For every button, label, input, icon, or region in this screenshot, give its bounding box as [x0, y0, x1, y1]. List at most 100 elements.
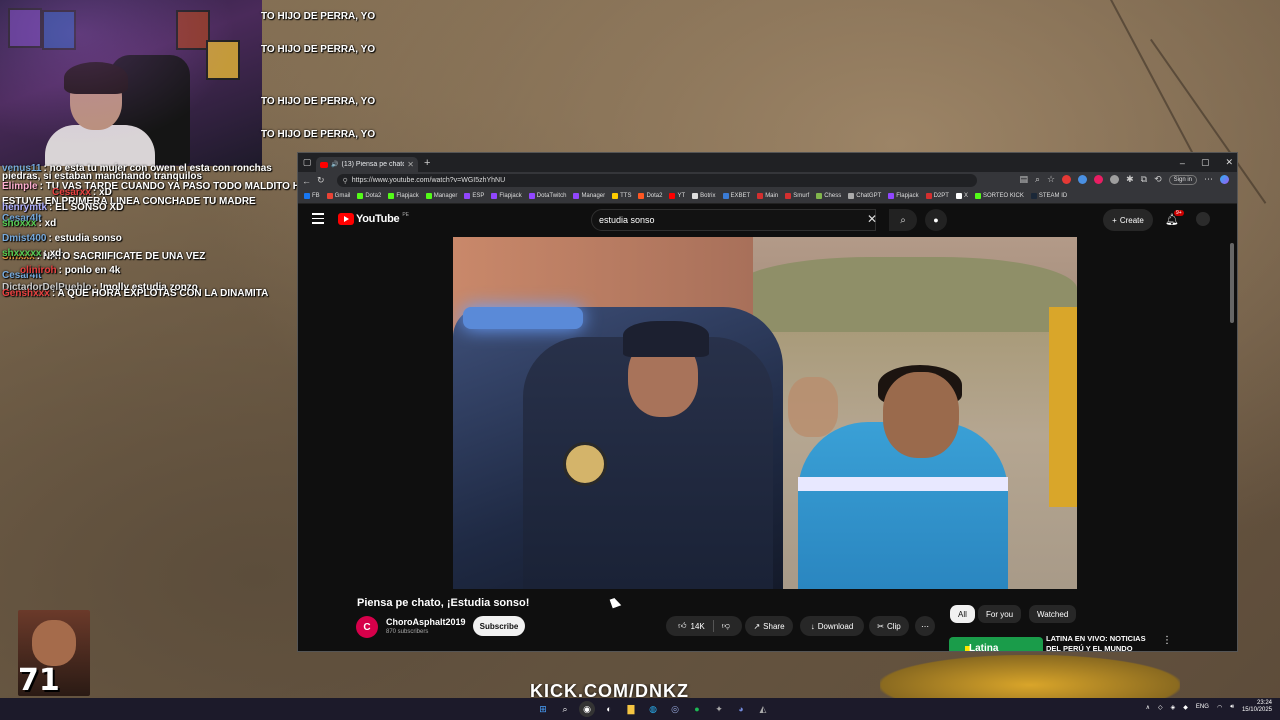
close-tab-icon[interactable]: ✕: [407, 160, 414, 169]
account-avatar[interactable]: [1196, 212, 1210, 226]
bookmark-item[interactable]: Gmail: [326, 193, 350, 199]
channel-avatar[interactable]: C: [356, 616, 378, 638]
channel-name[interactable]: ChoroAsphalt2019: [386, 617, 466, 627]
bookmark-item[interactable]: Dota2: [357, 193, 381, 199]
video-jacket-stripe: [798, 477, 1008, 491]
app-icon[interactable]: ✦: [711, 701, 727, 717]
clip-button[interactable]: ✂ Clip: [869, 616, 909, 636]
scissors-icon: ✂: [877, 621, 884, 631]
app-icon[interactable]: ◭: [755, 701, 771, 717]
bookmark-item[interactable]: ESP: [464, 193, 484, 199]
bookmark-item[interactable]: STEAM ID: [1030, 193, 1067, 199]
windows-start-icon[interactable]: ⊞: [535, 701, 551, 717]
recommended-thumbnail[interactable]: Latina: [949, 637, 1043, 651]
clear-search-icon[interactable]: ✕: [867, 212, 877, 226]
bookmark-item[interactable]: SORTEO KICK: [974, 193, 1024, 199]
video-player[interactable]: [453, 237, 1077, 589]
bookmark-item[interactable]: ChatGPT: [848, 193, 881, 199]
tray-icon[interactable]: ◇: [1158, 704, 1163, 711]
bookmark-item[interactable]: Flapjack: [491, 193, 522, 199]
extension-icon[interactable]: [1094, 175, 1104, 184]
search-button[interactable]: ⌕: [889, 209, 917, 231]
extension-icon[interactable]: [1062, 175, 1072, 184]
extension-icon[interactable]: [1078, 175, 1088, 184]
share-button[interactable]: ↗ Share: [745, 616, 793, 636]
bookmark-favicon-icon: [955, 193, 962, 199]
hamburger-menu-icon[interactable]: [312, 213, 324, 227]
history-icon[interactable]: ⟲: [1154, 174, 1162, 185]
more-menu-icon[interactable]: ⋯: [1204, 174, 1213, 185]
favorite-star-icon[interactable]: ☆: [1047, 174, 1055, 185]
page-scrollbar[interactable]: [1230, 243, 1234, 323]
bookmark-item[interactable]: DotaTwitch: [528, 193, 566, 199]
refresh-icon[interactable]: ↻: [317, 175, 325, 186]
chip-for-you[interactable]: For you: [978, 605, 1022, 623]
site-info-icon[interactable]: ⚲: [343, 177, 348, 185]
spotify-icon[interactable]: ●: [689, 701, 705, 717]
reader-icon[interactable]: ▤: [1019, 174, 1028, 185]
more-vertical-icon[interactable]: ⋮: [1162, 635, 1172, 646]
tray-icon[interactable]: ◈: [1171, 704, 1176, 711]
search-input[interactable]: estudia sonso: [591, 209, 876, 231]
copilot-icon[interactable]: [1220, 175, 1229, 184]
edge-browser-icon[interactable]: ◍: [645, 701, 661, 717]
bookmark-label: Chess: [824, 193, 842, 199]
download-button[interactable]: ↓ Download: [800, 616, 864, 636]
more-actions-button[interactable]: ⋯: [915, 616, 935, 636]
bookmark-item[interactable]: TTS: [612, 193, 631, 199]
tray-expand-icon[interactable]: ∧: [1146, 704, 1150, 711]
bookmark-item[interactable]: Flapjack: [388, 193, 419, 199]
subscribe-button[interactable]: Subscribe: [473, 616, 525, 636]
bookmark-item[interactable]: Botrix: [692, 193, 716, 199]
tray-icon[interactable]: ◆: [1183, 704, 1188, 711]
search-icon[interactable]: ⌕: [557, 701, 573, 717]
discord-icon[interactable]: ◕: [733, 701, 749, 717]
create-button[interactable]: + Create: [1103, 209, 1153, 231]
chat-message: oliniroh: ponlo en 4k: [20, 265, 120, 276]
bookmark-favicon-icon: [785, 193, 792, 199]
bookmark-item[interactable]: Manager: [573, 193, 605, 199]
volume-icon[interactable]: 🔊︎: [1230, 704, 1234, 711]
recommended-title[interactable]: LATINA EN VIVO: NOTICIAS DEL PERÚ Y EL M…: [1046, 634, 1156, 651]
bookmark-item[interactable]: D2PT: [925, 193, 949, 199]
back-icon[interactable]: ←: [302, 176, 311, 186]
bookmark-label: ESP: [472, 193, 485, 199]
chip-all[interactable]: All: [950, 605, 975, 623]
bookmark-item[interactable]: FB: [304, 193, 320, 199]
maximize-icon[interactable]: ▢: [1201, 157, 1210, 168]
extensions-puzzle-icon[interactable]: ✱: [1126, 174, 1134, 185]
bookmark-item[interactable]: Manager: [425, 193, 457, 199]
clock[interactable]: 23:24 15/10/2025: [1242, 700, 1272, 714]
bookmark-item[interactable]: Chess: [816, 193, 841, 199]
youtube-logo[interactable]: YouTube PE: [338, 212, 409, 225]
app-icon[interactable]: ◐: [601, 701, 617, 717]
obs-icon[interactable]: ◉: [579, 701, 595, 717]
wifi-icon[interactable]: ◠: [1217, 704, 1222, 711]
collections-icon[interactable]: ⧉: [1141, 174, 1147, 185]
zoom-icon[interactable]: ⌕: [1035, 174, 1040, 185]
tab-actions-icon[interactable]: ▢: [298, 153, 316, 172]
like-button[interactable]: 👍︎ 14K: [678, 621, 705, 631]
file-explorer-icon[interactable]: ▇: [623, 701, 639, 717]
extension-icon[interactable]: [1110, 175, 1120, 184]
video-hill: [733, 257, 1077, 337]
bookmark-item[interactable]: X: [955, 193, 968, 199]
chip-watched[interactable]: Watched: [1029, 605, 1077, 623]
active-tab[interactable]: 🔊 (13) Piensa pe chato, ¡Estudi... ✕: [316, 157, 418, 172]
bookmark-item[interactable]: Dota2: [638, 193, 662, 199]
bookmark-item[interactable]: Flapjack: [888, 193, 919, 199]
close-window-icon[interactable]: ✕: [1225, 157, 1233, 168]
tts-ticker: TO HIJO DE PERRA, YO: [261, 129, 376, 140]
language-indicator[interactable]: ENG: [1196, 704, 1209, 710]
bookmark-item[interactable]: Smurf: [785, 193, 809, 199]
new-tab-button[interactable]: +: [424, 157, 430, 169]
voice-search-button[interactable]: ●: [925, 209, 947, 231]
sign-in-button[interactable]: Sign in: [1168, 174, 1197, 185]
url-field[interactable]: ⚲ https://www.youtube.com/watch?v=WGI5zh…: [336, 174, 977, 187]
minimize-icon[interactable]: –: [1180, 158, 1185, 168]
bookmark-item[interactable]: EXBET: [722, 193, 750, 199]
bookmark-item[interactable]: Main: [757, 193, 778, 199]
bookmark-item[interactable]: YT: [669, 193, 685, 199]
steam-icon[interactable]: ◎: [667, 701, 683, 717]
thumbs-down-icon[interactable]: 👎︎: [722, 621, 730, 631]
